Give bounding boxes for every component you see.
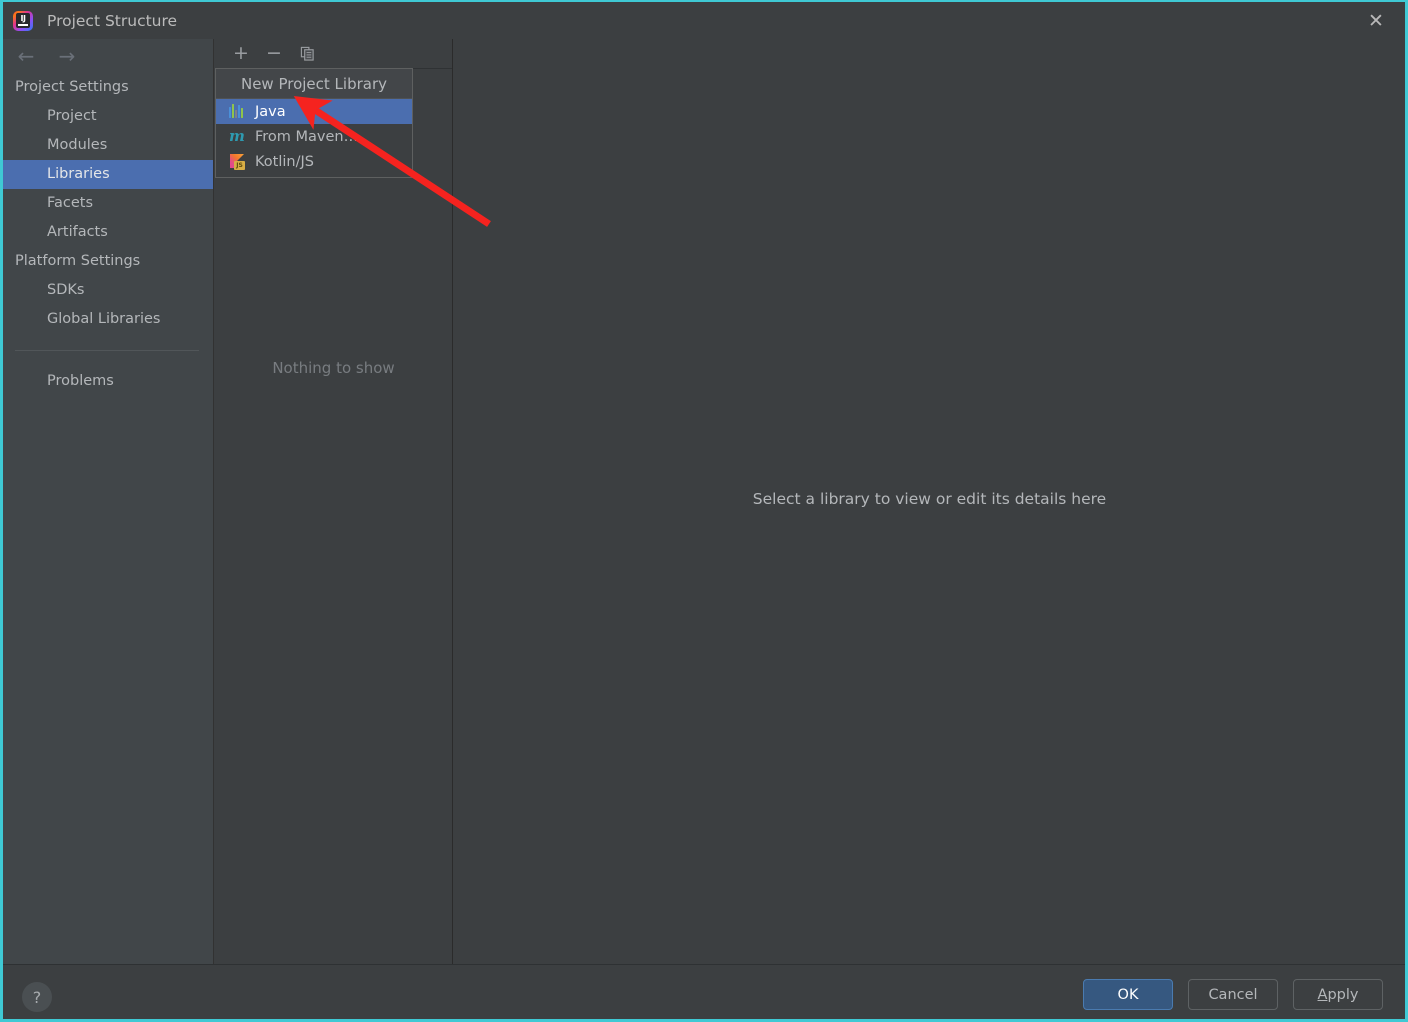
sidebar-item-libraries[interactable]: Libraries [3, 160, 213, 189]
sidebar-group-platform-settings: Platform Settings [15, 253, 141, 269]
sidebar-item-modules[interactable]: Modules [3, 131, 213, 160]
menu-item-from-maven[interactable]: m From Maven… [216, 124, 412, 149]
apply-button[interactable]: Apply [1293, 979, 1383, 1010]
project-structure-dialog: IJ Project Structure ✕ ← → Project Setti… [0, 0, 1408, 1022]
dialog-buttons: OK Cancel Apply [1083, 979, 1383, 1010]
settings-sidebar: ← → Project Settings Project Modules Lib… [3, 39, 214, 964]
apply-label-rest: pply [1327, 986, 1359, 1003]
apply-mnemonic: A [1317, 986, 1328, 1003]
plus-icon[interactable]: + [231, 44, 251, 64]
menu-item-label: Java [255, 103, 286, 120]
sidebar-group-project-settings: Project Settings [15, 79, 129, 95]
dialog-content: ← → Project Settings Project Modules Lib… [3, 39, 1405, 964]
intellij-idea-logo-icon: IJ [12, 10, 34, 32]
popup-header-label: New Project Library [216, 69, 412, 99]
kotlin-js-icon: JS [229, 153, 246, 170]
minus-icon[interactable]: − [264, 44, 284, 64]
libraries-toolbar: + − [215, 39, 452, 69]
libraries-empty-message: Nothing to show [272, 359, 395, 377]
close-icon[interactable]: ✕ [1347, 2, 1405, 39]
window-title: Project Structure [47, 11, 178, 30]
cancel-button[interactable]: Cancel [1188, 979, 1278, 1010]
sidebar-item-artifacts[interactable]: Artifacts [3, 218, 213, 247]
menu-item-kotlin-js[interactable]: JS Kotlin/JS [216, 149, 412, 174]
sidebar-item-sdks[interactable]: SDKs [3, 276, 213, 305]
dialog-footer: ? OK Cancel Apply [3, 964, 1405, 1019]
menu-item-label: Kotlin/JS [255, 153, 314, 170]
sidebar-item-project[interactable]: Project [3, 102, 213, 131]
help-icon[interactable]: ? [22, 982, 52, 1012]
sidebar-divider [15, 350, 199, 351]
sidebar-item-global-libraries[interactable]: Global Libraries [3, 305, 213, 334]
menu-item-label: From Maven… [255, 128, 359, 145]
sidebar-nav: ← → [3, 39, 213, 73]
copy-icon[interactable] [297, 44, 317, 64]
ok-button[interactable]: OK [1083, 979, 1173, 1010]
library-detail-message: Select a library to view or edit its det… [752, 490, 1107, 508]
new-project-library-popup: New Project Library Java m From Maven… J… [215, 68, 413, 178]
menu-item-java[interactable]: Java [216, 99, 412, 124]
sidebar-item-facets[interactable]: Facets [3, 189, 213, 218]
maven-icon: m [229, 127, 245, 145]
title-bar: IJ Project Structure ✕ [3, 2, 1405, 39]
arrow-left-icon[interactable]: ← [15, 45, 37, 67]
arrow-right-icon[interactable]: → [56, 45, 78, 67]
java-icon [229, 103, 246, 120]
library-detail-panel: Select a library to view or edit its det… [454, 39, 1405, 964]
sidebar-item-problems[interactable]: Problems [3, 367, 213, 396]
